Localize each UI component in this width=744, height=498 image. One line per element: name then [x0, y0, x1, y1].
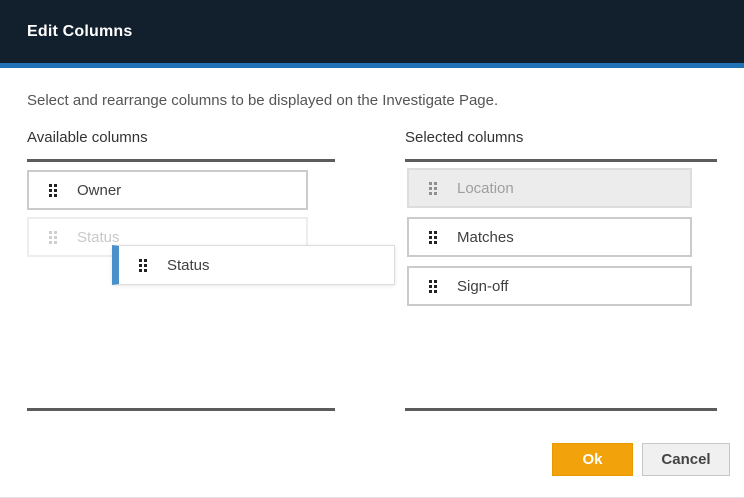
dialog-footer: Ok Cancel	[552, 443, 730, 476]
column-item-status-dragging[interactable]: Status	[112, 245, 395, 285]
dialog-header: Edit Columns	[0, 0, 744, 63]
available-columns-panel: Available columns Owner Status Status	[27, 129, 335, 411]
header-accent-bar	[0, 63, 744, 68]
available-divider-bottom	[27, 408, 335, 411]
cancel-button[interactable]: Cancel	[642, 443, 730, 476]
selected-columns-list: Location Matches Sign-off	[405, 162, 717, 408]
selected-divider-bottom	[405, 408, 717, 411]
drag-handle-icon[interactable]	[429, 231, 437, 244]
dialog-title: Edit Columns	[27, 23, 133, 41]
ok-button[interactable]: Ok	[552, 443, 633, 476]
column-item-label: Status	[77, 229, 120, 246]
column-item-label: Owner	[77, 182, 121, 199]
drag-handle-icon[interactable]	[139, 259, 147, 272]
drag-handle-icon[interactable]	[49, 184, 57, 197]
column-item-label: Location	[457, 180, 514, 197]
drag-handle-icon	[429, 182, 437, 195]
column-item-label: Sign-off	[457, 278, 508, 295]
columns-area: Available columns Owner Status Status	[0, 129, 744, 411]
available-columns-label: Available columns	[27, 129, 335, 146]
column-item-matches[interactable]: Matches	[407, 217, 692, 257]
dialog-description: Select and rearrange columns to be displ…	[27, 92, 717, 109]
drag-handle-icon[interactable]	[429, 280, 437, 293]
available-columns-list: Owner Status Status	[27, 162, 335, 408]
column-item-location-disabled: Location	[407, 168, 692, 208]
selected-columns-panel: Selected columns Location Matches Sign-o…	[405, 129, 717, 411]
edit-columns-dialog: Edit Columns Select and rearrange column…	[0, 0, 744, 498]
column-item-sign-off[interactable]: Sign-off	[407, 266, 692, 306]
drag-handle-icon	[49, 231, 57, 244]
selected-columns-label: Selected columns	[405, 129, 717, 146]
column-item-label: Status	[167, 257, 210, 274]
column-item-owner[interactable]: Owner	[27, 170, 308, 210]
column-item-label: Matches	[457, 229, 514, 246]
